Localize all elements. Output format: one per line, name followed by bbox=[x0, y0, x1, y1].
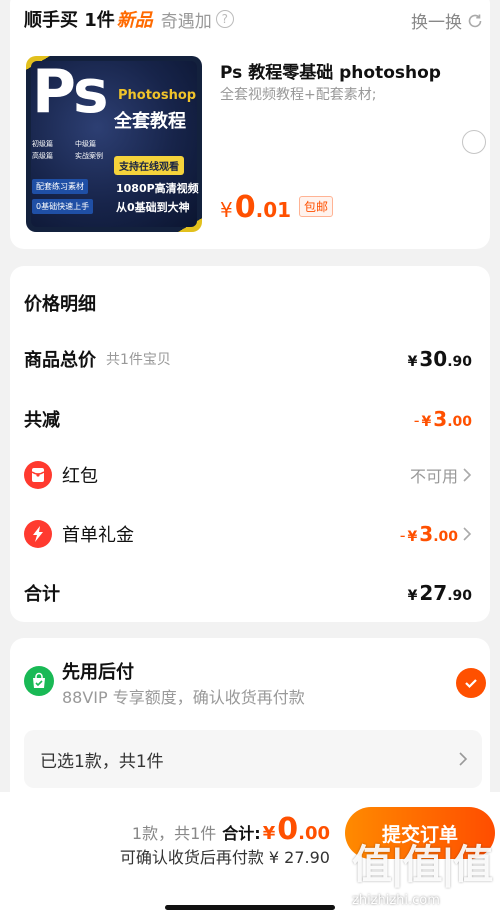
redpacket-icon bbox=[24, 461, 52, 489]
first-gift-row[interactable]: 首单礼金 - ¥ 3 .00 bbox=[24, 520, 472, 548]
product-price: ¥ 0 .01 包邮 bbox=[220, 190, 334, 225]
new-tag: 新品 bbox=[116, 10, 153, 31]
reduce-row: 共减 - ¥ 3 .00 bbox=[24, 406, 472, 432]
total-amount: ¥ 30 .90 bbox=[408, 347, 472, 371]
amount-int: 3 bbox=[419, 522, 434, 546]
photoshop-text: Photoshop bbox=[118, 88, 197, 103]
addon-subtitle: 奇遇加 bbox=[160, 11, 212, 32]
total-sub: 共1件宝贝 bbox=[106, 352, 171, 368]
image-chip-beginner: 0基础快速上手 bbox=[32, 199, 94, 214]
sum-amount: ¥ 27 .90 bbox=[408, 581, 472, 605]
chevron-right-icon bbox=[462, 526, 472, 542]
selection-summary[interactable]: 已选1款，共1件 bbox=[24, 730, 482, 788]
help-icon[interactable]: ? bbox=[215, 10, 234, 28]
online-badge: 支持在线观看 bbox=[114, 156, 184, 175]
product-title[interactable]: Ps 教程零基础 photoshop bbox=[220, 58, 441, 83]
checkout-currency: ¥ bbox=[262, 823, 276, 844]
redpacket-row[interactable]: 红包 不可用 bbox=[24, 461, 472, 489]
price-detail-card: 价格明细 商品总价 共1件宝贝 ¥ 30 .90 共减 - ¥ 3 .00 红包… bbox=[10, 266, 490, 622]
refresh-icon bbox=[468, 14, 482, 27]
minus-sign: - bbox=[399, 526, 406, 545]
currency: ¥ bbox=[407, 588, 418, 604]
currency: ¥ bbox=[407, 529, 418, 545]
image-tags: 初级篇 中级篇 高级篇 实战案例 bbox=[32, 139, 116, 161]
total-row: 商品总价 共1件宝贝 ¥ 30 .90 bbox=[24, 346, 472, 372]
shipping-badge: 包邮 bbox=[299, 196, 334, 217]
image-tag: 中级篇 bbox=[75, 140, 96, 148]
first-gift-amount: - ¥ 3 .00 bbox=[400, 522, 458, 546]
sum-row: 合计 ¥ 27 .90 bbox=[24, 580, 472, 606]
checkout-sum-label: 合计: bbox=[222, 824, 261, 843]
addon-header: 顺手买 1件 新品 奇遇加 ? bbox=[24, 6, 234, 32]
swap-button[interactable]: 换一换 bbox=[411, 8, 484, 33]
chevron-right-icon bbox=[462, 467, 472, 483]
pay-later-checkbox[interactable] bbox=[456, 668, 486, 698]
pay-later-card: 先用后付 88VIP 专享额度，确认收货再付款 已选1款，共1件 bbox=[10, 638, 490, 808]
pay-later-title: 先用后付 bbox=[62, 662, 134, 683]
watermark-url: zhizhizhi.com bbox=[352, 893, 440, 908]
chevron-right-icon bbox=[458, 751, 468, 767]
product-subtitle: 全套视频教程+配套素材; bbox=[220, 87, 377, 103]
amount-int: 30 bbox=[419, 347, 448, 371]
image-hd-text: 1080P高清视频 bbox=[116, 182, 199, 195]
price-decimal: .01 bbox=[255, 198, 292, 222]
price-currency: ¥ bbox=[220, 198, 233, 222]
reduce-amount: - ¥ 3 .00 bbox=[414, 407, 472, 431]
home-indicator[interactable] bbox=[165, 905, 335, 910]
checkout-summary: 1款，共1件 合计: ¥ 0 .00 bbox=[132, 812, 330, 847]
redpacket-label: 红包 bbox=[62, 466, 98, 487]
selection-text: 已选1款，共1件 bbox=[40, 751, 164, 772]
pay-later-note: 可确认收货后再付款 ¥ 27.90 bbox=[119, 848, 330, 867]
redpacket-value: 不可用 bbox=[409, 467, 458, 486]
image-tag: 实战案例 bbox=[75, 152, 103, 160]
lightning-icon bbox=[24, 520, 52, 548]
reduce-label: 共减 bbox=[24, 410, 60, 431]
amount-int: 27 bbox=[419, 581, 448, 605]
currency: ¥ bbox=[407, 354, 418, 370]
ps-logo: Ps bbox=[32, 57, 109, 127]
product-image[interactable]: Ps Photoshop 全套教程 初级篇 中级篇 高级篇 实战案例 支持在线观… bbox=[26, 56, 202, 232]
shopping-bag-icon bbox=[24, 666, 54, 696]
image-chip-materials: 配套练习素材 bbox=[32, 179, 88, 194]
pay-later-subtitle: 88VIP 专享额度，确认收货再付款 bbox=[62, 688, 305, 707]
currency: ¥ bbox=[421, 414, 432, 430]
price-integer: 0 bbox=[234, 190, 256, 225]
amount-dec: .00 bbox=[447, 414, 472, 430]
image-tag: 初级篇 bbox=[32, 140, 53, 148]
addon-header-prefix: 顺手买 1件 bbox=[24, 10, 115, 31]
checkout-dec: .00 bbox=[298, 823, 330, 844]
addon-product-card: 顺手买 1件 新品 奇遇加 ? 换一换 Ps Photoshop 全套教程 初级… bbox=[10, 0, 490, 249]
image-zero-text: 从0基础到大神 bbox=[116, 201, 190, 214]
total-label: 商品总价 bbox=[24, 350, 96, 371]
first-gift-label: 首单礼金 bbox=[62, 525, 134, 546]
price-detail-title: 价格明细 bbox=[24, 294, 96, 315]
sum-label: 合计 bbox=[24, 584, 60, 605]
minus-sign: - bbox=[413, 411, 420, 430]
product-select-radio[interactable] bbox=[462, 130, 486, 154]
checkmark-icon bbox=[465, 679, 477, 689]
amount-int: 3 bbox=[433, 407, 448, 431]
amount-dec: .00 bbox=[433, 529, 458, 545]
checkout-count: 1款，共1件 bbox=[131, 824, 217, 843]
watermark-logo: 值|值|值 bbox=[352, 842, 493, 888]
image-title: 全套教程 bbox=[114, 111, 186, 132]
amount-dec: .90 bbox=[447, 354, 472, 370]
checkout-int: 0 bbox=[277, 812, 299, 847]
image-tag: 高级篇 bbox=[32, 152, 53, 160]
swap-label: 换一换 bbox=[411, 13, 462, 33]
amount-dec: .90 bbox=[447, 588, 472, 604]
